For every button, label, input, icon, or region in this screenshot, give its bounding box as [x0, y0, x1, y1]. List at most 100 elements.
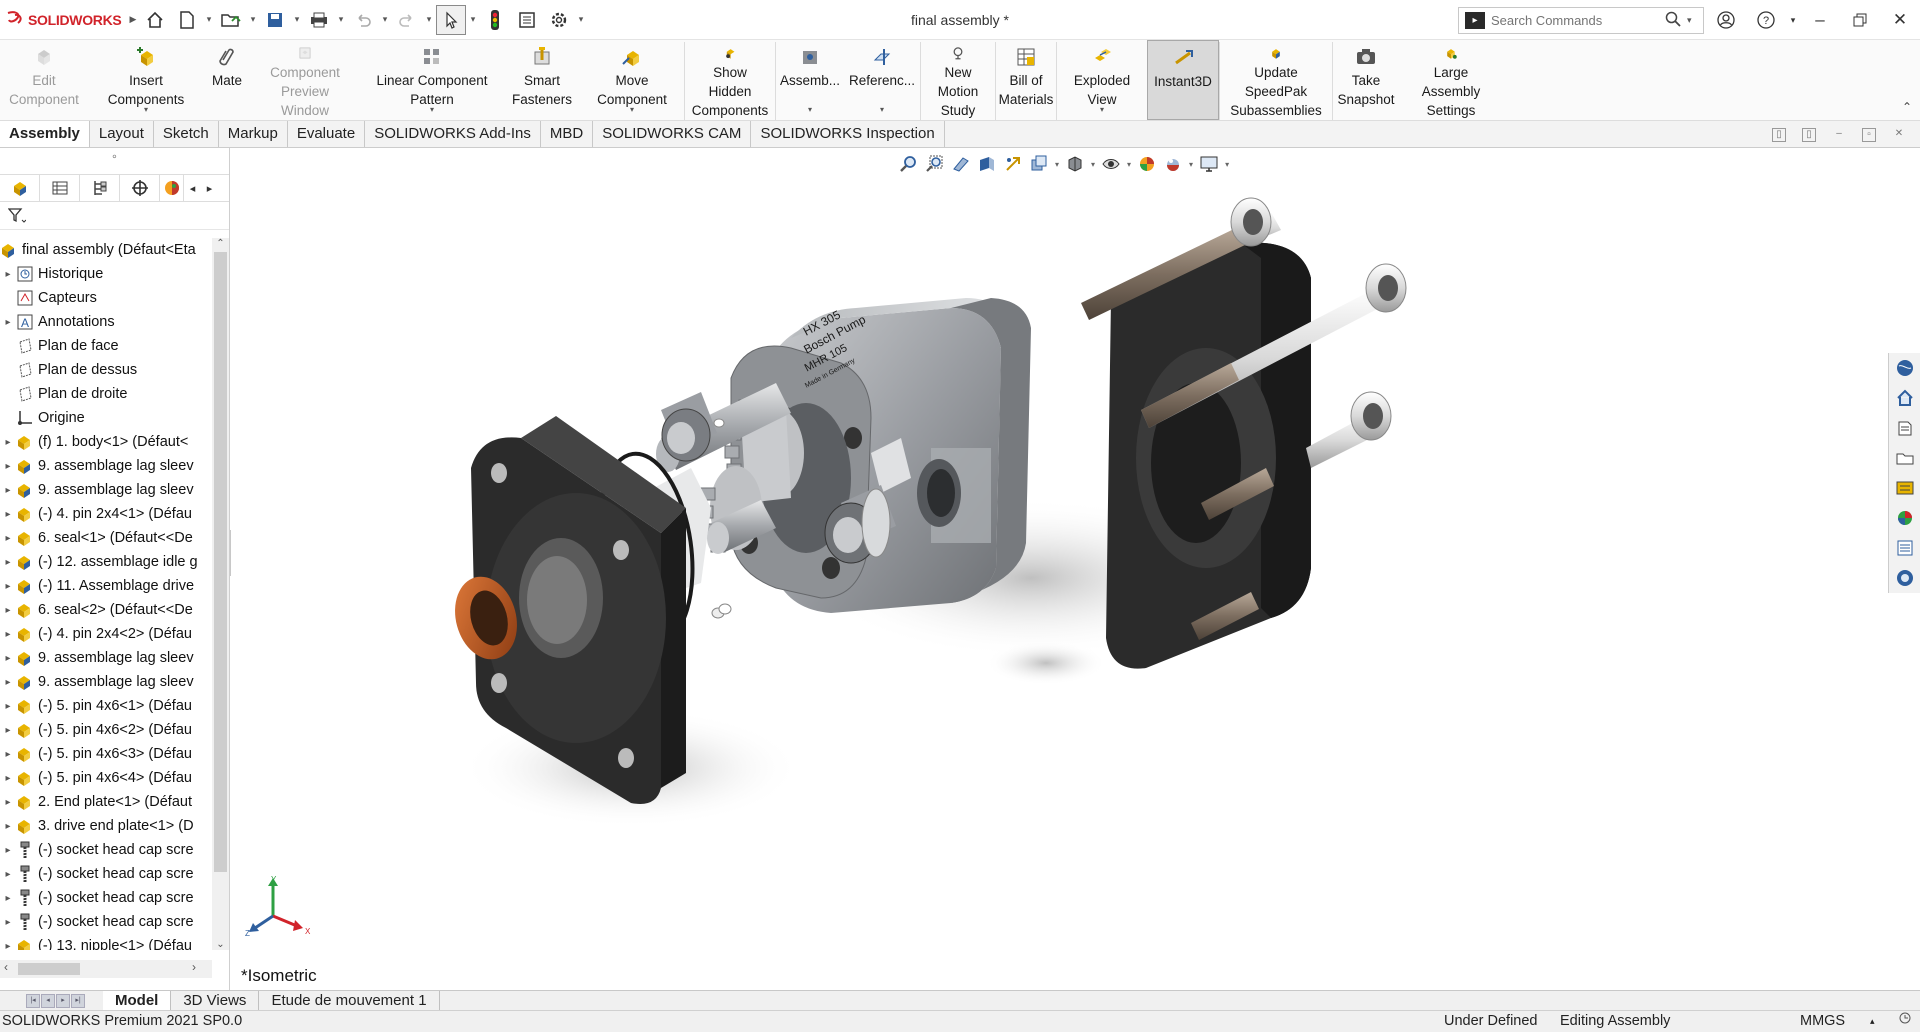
file-explorer-icon[interactable] — [1889, 413, 1920, 443]
tree-item[interactable]: Plan de dessus — [0, 358, 212, 382]
tab-solidworks-add-ins[interactable]: SOLIDWORKS Add-Ins — [365, 121, 541, 147]
open-dropdown-icon[interactable]: ▾ — [248, 14, 258, 25]
expand-arrow-icon[interactable]: ▸ — [0, 845, 16, 856]
tree-item[interactable]: ▸ (f) 1. body<1> (Défaut< — [0, 430, 212, 454]
tree-item[interactable]: ▸ (-) 5. pin 4x6<3> (Défau — [0, 742, 212, 766]
expand-arrow-icon[interactable]: ▸ — [0, 893, 16, 904]
close-icon[interactable]: ✕ — [1880, 0, 1920, 40]
tree-item[interactable]: Plan de face — [0, 334, 212, 358]
unit-system[interactable]: MMGS — [1800, 1011, 1845, 1032]
tile-right-icon[interactable]: ▯ — [1802, 128, 1816, 142]
menu-expand-icon[interactable]: ▶ — [128, 14, 138, 25]
search-input[interactable] — [1491, 13, 1661, 28]
expand-arrow-icon[interactable]: ▸ — [0, 269, 16, 280]
unit-system-caret-icon[interactable]: ▴ — [1870, 1011, 1875, 1032]
home-icon[interactable] — [140, 5, 170, 35]
expand-arrow-icon[interactable]: ▸ — [0, 821, 16, 832]
expand-arrow-icon[interactable]: ▸ — [0, 941, 16, 951]
scroll-right-icon[interactable]: › — [192, 960, 196, 974]
tree-hscroll-thumb[interactable] — [18, 963, 80, 975]
panel-grip-icon[interactable]: ⚬ — [0, 148, 229, 174]
tab-markup[interactable]: Markup — [219, 121, 288, 147]
tree-item[interactable]: ▸ (-) socket head cap scre — [0, 886, 212, 910]
expand-arrow-icon[interactable]: ▸ — [0, 605, 16, 616]
expand-arrow-icon[interactable]: ▸ — [0, 749, 16, 760]
save-icon[interactable] — [260, 5, 290, 35]
last-tab-icon[interactable]: ▸| — [71, 993, 85, 1008]
smart-fasteners-button[interactable]: Smart Fasteners — [504, 40, 580, 120]
restore-icon[interactable] — [1840, 0, 1880, 40]
tree-item[interactable]: ▸ (-) 4. pin 2x4<2> (Défau — [0, 622, 212, 646]
move-component-dropdown-icon[interactable]: ▾ — [630, 105, 634, 114]
tab-sketch[interactable]: Sketch — [154, 121, 219, 147]
tree-item[interactable]: ▸ (-) 5. pin 4x6<2> (Défau — [0, 718, 212, 742]
tabs-scroll-right-icon[interactable]: ▸ — [201, 182, 218, 195]
dimxpert-manager-tab-icon[interactable] — [120, 175, 160, 201]
tab-evaluate[interactable]: Evaluate — [288, 121, 366, 147]
tab-solidworks-cam[interactable]: SOLIDWORKS CAM — [593, 121, 752, 147]
view-palette-icon[interactable] — [1889, 443, 1920, 473]
expand-arrow-icon[interactable]: ▸ — [0, 773, 16, 784]
assembly-features-button[interactable]: Assemb... ▾ — [776, 40, 844, 120]
expand-arrow-icon[interactable]: ▸ — [0, 917, 16, 928]
assembly-features-dropdown-icon[interactable]: ▾ — [808, 105, 812, 114]
feature-manager-tab-icon[interactable] — [0, 175, 40, 201]
exploded-view-dropdown-icon[interactable]: ▾ — [1100, 105, 1104, 114]
instant3d-button[interactable]: Instant3D — [1147, 40, 1219, 120]
exploded-view-button[interactable]: Exploded View ▾ — [1057, 40, 1147, 120]
expand-arrow-icon[interactable]: ▸ — [0, 869, 16, 880]
large-assembly-settings-button[interactable]: Large Assembly Settings — [1399, 40, 1503, 120]
pump-assembly-model[interactable]: HX 305 Bosch Pump MHR 105 Made in German… — [231, 148, 1920, 990]
expand-arrow-icon[interactable]: ▸ — [0, 653, 16, 664]
tile-left-icon[interactable]: ▯ — [1772, 128, 1786, 142]
display-manager-tab-icon[interactable] — [160, 175, 184, 201]
tree-item[interactable]: Capteurs — [0, 286, 212, 310]
search-icon[interactable] — [1665, 11, 1681, 30]
tree-vertical-scrollbar[interactable]: ⌃ ⌄ — [212, 238, 229, 950]
options-gear-icon[interactable] — [544, 5, 574, 35]
expand-arrow-icon[interactable]: ▸ — [0, 533, 16, 544]
tree-item[interactable]: ▸ (-) socket head cap scre — [0, 838, 212, 862]
configuration-manager-tab-icon[interactable] — [80, 175, 120, 201]
bill-of-materials-button[interactable]: Bill of Materials — [996, 40, 1056, 120]
tree-item[interactable]: ▸ (-) 5. pin 4x6<4> (Défau — [0, 766, 212, 790]
new-document-icon[interactable] — [172, 5, 202, 35]
expand-arrow-icon[interactable]: ▸ — [0, 797, 16, 808]
tree-item[interactable]: ▸ (-) 11. Assemblage drive — [0, 574, 212, 598]
tree-root-assembly[interactable]: final assembly (Défaut<Eta — [0, 238, 212, 262]
tree-filter[interactable] — [0, 202, 229, 230]
help-icon[interactable]: ? — [1746, 0, 1786, 40]
select-dropdown-icon[interactable]: ▾ — [468, 14, 478, 25]
tree-item[interactable]: ▸ 9. assemblage lag sleev — [0, 454, 212, 478]
scroll-left-icon[interactable]: ‹ — [4, 960, 8, 974]
tree-item[interactable]: ▸ 9. assemblage lag sleev — [0, 646, 212, 670]
search-commands[interactable]: ▸ ▾ — [1458, 7, 1704, 34]
appearances-scenes-icon[interactable] — [1889, 503, 1920, 533]
prev-tab-icon[interactable]: ◂ — [41, 993, 55, 1008]
tree-item[interactable]: ▸ Historique — [0, 262, 212, 286]
tree-item[interactable]: ▸ 3. drive end plate<1> (D — [0, 814, 212, 838]
tab-solidworks-inspection[interactable]: SOLIDWORKS Inspection — [751, 121, 945, 147]
print-dropdown-icon[interactable]: ▾ — [336, 14, 346, 25]
tree-item[interactable]: ▸ 9. assemblage lag sleev — [0, 478, 212, 502]
tab-model[interactable]: Model — [103, 991, 172, 1010]
redo-icon[interactable] — [392, 5, 422, 35]
tree-item[interactable]: ▸ 6. seal<1> (Défaut<<De — [0, 526, 212, 550]
doc-restore-icon[interactable]: ▫ — [1862, 128, 1876, 142]
tree-item[interactable]: ▸ (-) 13. nipple<1> (Défau — [0, 934, 212, 950]
expand-arrow-icon[interactable]: ▸ — [0, 557, 16, 568]
expand-arrow-icon[interactable]: ▸ — [0, 485, 16, 496]
expand-arrow-icon[interactable]: ▸ — [0, 461, 16, 472]
new-motion-study-button[interactable]: New Motion Study — [921, 40, 995, 120]
solidworks-resources-icon[interactable] — [1889, 353, 1920, 383]
file-properties-icon[interactable] — [512, 5, 542, 35]
mate-button[interactable]: Mate — [204, 40, 250, 120]
rebuild-icon[interactable] — [480, 5, 510, 35]
tree-item[interactable]: ▸ (-) socket head cap scre — [0, 910, 212, 934]
new-dropdown-icon[interactable]: ▾ — [204, 14, 214, 25]
expand-arrow-icon[interactable]: ▸ — [0, 629, 16, 640]
custom-properties-icon[interactable] — [1889, 473, 1920, 503]
tree-horizontal-scrollbar[interactable]: ‹ › — [0, 960, 212, 978]
select-arrow-icon[interactable] — [436, 4, 466, 35]
tree-scroll-thumb[interactable] — [214, 252, 227, 872]
